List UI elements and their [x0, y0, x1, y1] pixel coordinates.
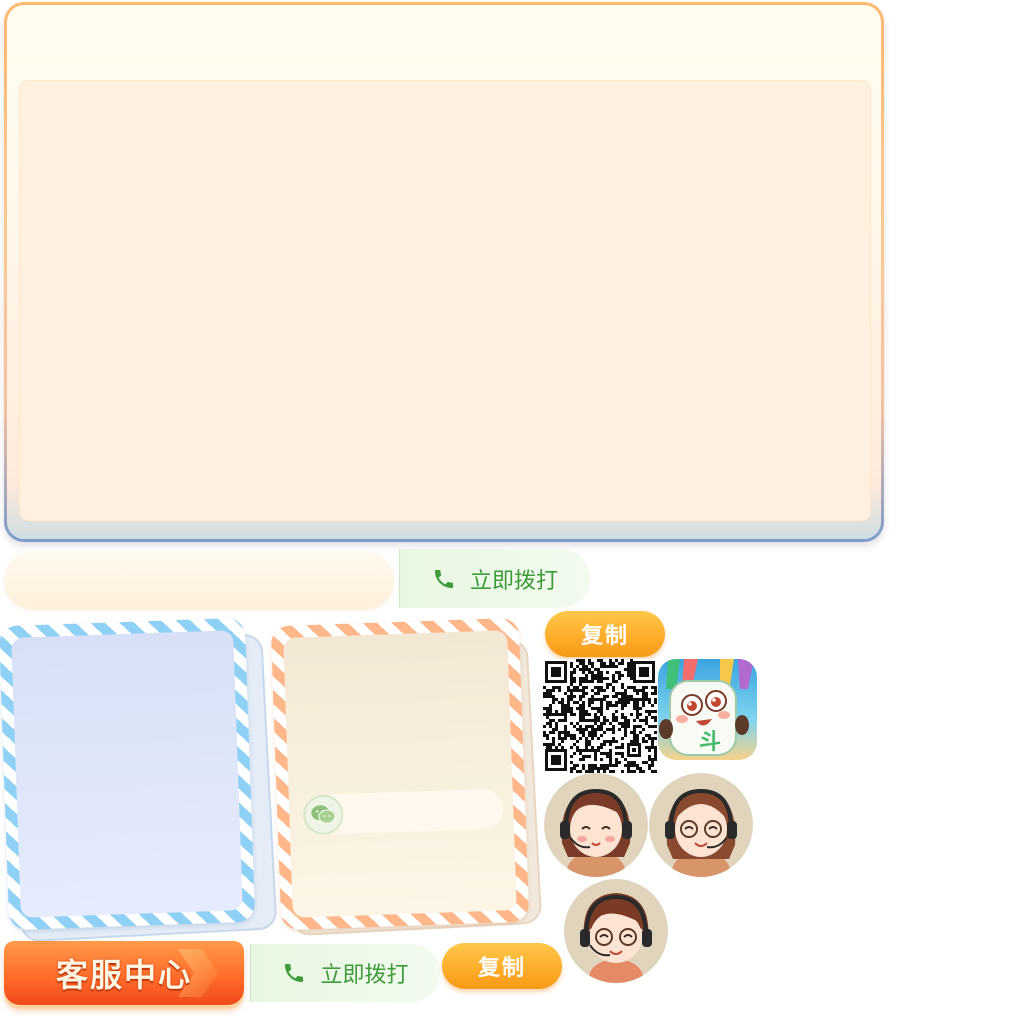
main-panel: [4, 2, 884, 542]
call-now-label: 立即拨打: [320, 962, 409, 987]
phone-number-field: [4, 551, 394, 609]
app-icon-glyph: 斗: [699, 730, 721, 755]
card-orange-inner: [283, 630, 517, 918]
customer-service-avatar: [544, 773, 648, 877]
wechat-row: [302, 788, 504, 836]
copy-button[interactable]: 复制: [545, 611, 665, 657]
customer-service-avatar: [649, 773, 753, 877]
call-now-label: 立即拨打: [469, 567, 558, 593]
call-now-button[interactable]: 立即拨打: [399, 549, 590, 608]
wechat-icon: [302, 794, 345, 836]
customer-service-avatar: [564, 879, 668, 983]
copy-label: 复制: [477, 955, 526, 980]
card-blue-inner: [11, 630, 243, 918]
service-center-banner: 客服中心: [4, 941, 244, 1005]
main-panel-content: [19, 80, 871, 521]
qr-code: [543, 659, 657, 773]
main-panel-inner: [7, 5, 881, 539]
call-now-button[interactable]: 立即拨打: [250, 944, 440, 1002]
phone-icon: [434, 569, 453, 588]
card-orange: [270, 617, 530, 931]
phone-icon: [285, 964, 304, 982]
service-center-title: 客服中心: [55, 957, 192, 993]
card-blue: [0, 617, 256, 931]
copy-label: 复制: [580, 623, 629, 648]
app-icon: 斗: [658, 659, 757, 760]
copy-button[interactable]: 复制: [442, 943, 562, 989]
